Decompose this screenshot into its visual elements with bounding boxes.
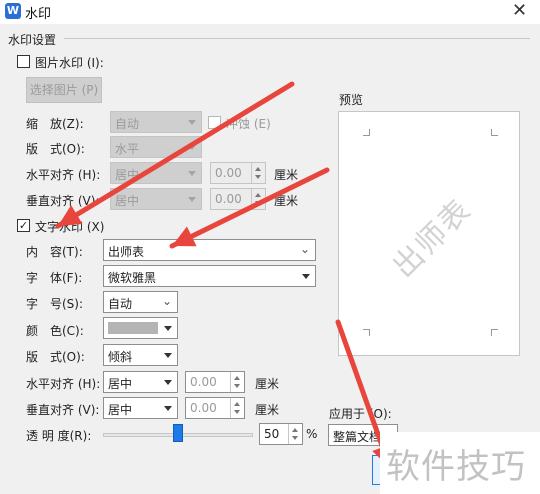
site-watermark-text: 软件技巧 — [386, 447, 526, 487]
annotation-arrows — [55, 81, 393, 471]
arrow-to-content-shaft — [169, 167, 330, 249]
